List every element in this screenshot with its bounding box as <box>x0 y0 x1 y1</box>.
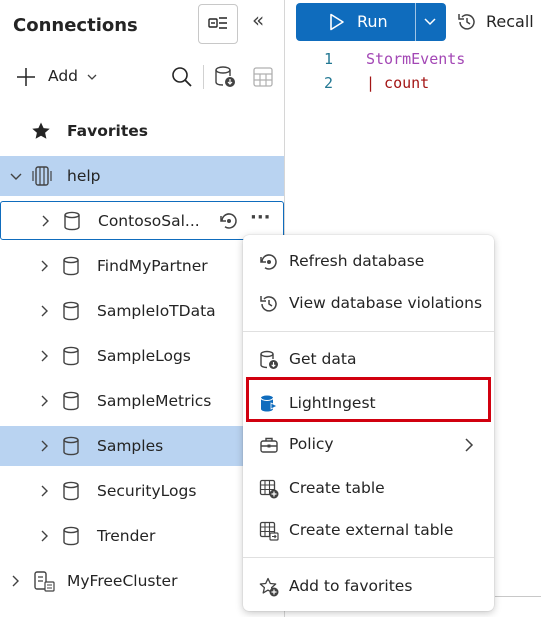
chevron-right-icon <box>41 485 48 497</box>
menu-separator <box>243 331 494 332</box>
menu-item-policy[interactable]: Policy <box>243 426 494 464</box>
database-node-sampleiotdata[interactable]: SampleIoTData <box>0 291 284 331</box>
menu-item-create-external-table[interactable]: Create external table <box>243 512 494 550</box>
chevron-right-icon <box>41 260 48 272</box>
menu-item-lightingest[interactable]: LightIngest <box>243 377 494 423</box>
panel-title: Connections <box>13 15 138 36</box>
menu-item-label: Create external table <box>289 521 454 539</box>
chevron-right-icon <box>41 530 48 542</box>
database-icon <box>63 256 79 276</box>
star-add-icon <box>259 577 279 597</box>
menu-item-label: Get data <box>289 350 357 368</box>
menu-item-label: Add to favorites <box>289 577 413 595</box>
filter-view-icon <box>208 17 227 29</box>
menu-item-label: Create table <box>289 479 385 497</box>
chevron-right-icon <box>41 350 48 362</box>
menu-item-refresh-database[interactable]: Refresh database <box>243 243 494 281</box>
database-label: ContosoSal... <box>98 212 200 230</box>
history-icon <box>260 296 277 312</box>
chevron-right-icon <box>465 438 474 452</box>
favorites-node[interactable]: Favorites <box>0 111 284 151</box>
add-button-label: Add <box>48 67 79 85</box>
database-node-findmypartner[interactable]: FindMyPartner <box>0 246 284 286</box>
database-node-trender[interactable]: Trender <box>0 516 284 556</box>
cluster-label: MyFreeCluster <box>67 572 178 590</box>
database-icon <box>63 436 79 456</box>
favorites-label: Favorites <box>67 122 148 140</box>
database-icon <box>63 526 79 546</box>
connections-panel: Connections « Add Favorites help Contoso… <box>0 0 284 617</box>
menu-item-add-to-favorites[interactable]: Add to favorites <box>243 568 494 606</box>
chevron-right-icon <box>42 215 49 227</box>
plus-icon <box>17 68 35 86</box>
run-button[interactable]: Run <box>296 3 446 41</box>
database-node-securitylogs[interactable]: SecurityLogs <box>0 471 284 511</box>
briefcase-icon <box>260 437 278 453</box>
recall-label: Recall <box>486 12 534 31</box>
free-cluster-icon <box>34 571 55 592</box>
refresh-database-icon <box>260 254 277 270</box>
database-icon <box>63 301 79 321</box>
history-icon <box>458 14 475 30</box>
add-button[interactable]: Add <box>14 64 104 90</box>
database-icon <box>63 346 79 366</box>
chevron-down-icon <box>10 173 22 180</box>
editor-bottom-border <box>495 596 541 597</box>
star-icon <box>32 122 50 139</box>
menu-separator <box>243 557 494 558</box>
menu-item-label: LightIngest <box>289 394 376 412</box>
refresh-icon[interactable] <box>218 210 240 232</box>
cluster-label: help <box>67 167 101 185</box>
menu-item-label: View database violations <box>289 294 483 312</box>
database-node-samplemetrics[interactable]: SampleMetrics <box>0 381 284 421</box>
search-icon[interactable] <box>171 66 193 88</box>
database-node-samplelogs[interactable]: SampleLogs <box>0 336 284 376</box>
menu-item-view-database-violations[interactable]: View database violations <box>243 285 494 323</box>
database-label: SecurityLogs <box>97 482 197 500</box>
database-context-menu: Refresh database View database violation… <box>243 235 494 611</box>
menu-item-get-data[interactable]: Get data <box>243 341 494 379</box>
database-node-contososales[interactable]: ContosoSal... ··· <box>0 201 284 240</box>
collapse-panel-button[interactable]: « <box>252 8 264 32</box>
menu-item-create-table[interactable]: Create table <box>243 470 494 508</box>
chevron-right-icon <box>12 575 19 587</box>
code-line[interactable]: | count <box>366 74 429 92</box>
database-icon <box>64 211 80 231</box>
more-options-icon[interactable]: ··· <box>250 207 271 228</box>
database-icon <box>63 391 79 411</box>
menu-item-label: Refresh database <box>289 252 425 270</box>
chevron-right-icon <box>41 440 48 452</box>
run-split-divider <box>415 3 416 41</box>
chevron-down-icon[interactable] <box>424 18 436 26</box>
run-label: Run <box>357 12 388 31</box>
toolbar-divider <box>203 65 204 89</box>
create-table-icon <box>259 479 279 499</box>
chevron-right-icon <box>41 305 48 317</box>
cluster-node-myfreecluster[interactable]: MyFreeCluster <box>0 561 284 601</box>
line-number: 1 <box>324 50 334 68</box>
line-number: 2 <box>324 74 334 92</box>
cluster-icon <box>32 166 52 186</box>
code-line[interactable]: StormEvents <box>366 50 465 68</box>
menu-item-label: Policy <box>289 435 334 453</box>
database-icon <box>63 481 79 501</box>
database-label: Trender <box>97 527 156 545</box>
lightingest-icon <box>260 395 278 412</box>
database-label: SampleIoTData <box>97 302 216 320</box>
chevron-right-icon <box>41 395 48 407</box>
database-label: SampleLogs <box>97 347 191 365</box>
database-label: SampleMetrics <box>97 392 212 410</box>
database-label: FindMyPartner <box>97 257 208 275</box>
database-get-data-icon[interactable] <box>214 65 236 89</box>
get-data-icon <box>260 350 278 369</box>
filter-view-button[interactable] <box>198 4 238 44</box>
database-label: Samples <box>97 437 164 455</box>
play-icon <box>330 13 344 31</box>
recall-button[interactable]: Recall <box>456 9 536 35</box>
table-icon <box>253 67 273 87</box>
create-external-table-icon <box>259 521 279 541</box>
cluster-node-help[interactable]: help <box>0 156 284 196</box>
database-node-samples[interactable]: Samples <box>0 426 284 466</box>
chevron-down-icon <box>87 74 97 80</box>
